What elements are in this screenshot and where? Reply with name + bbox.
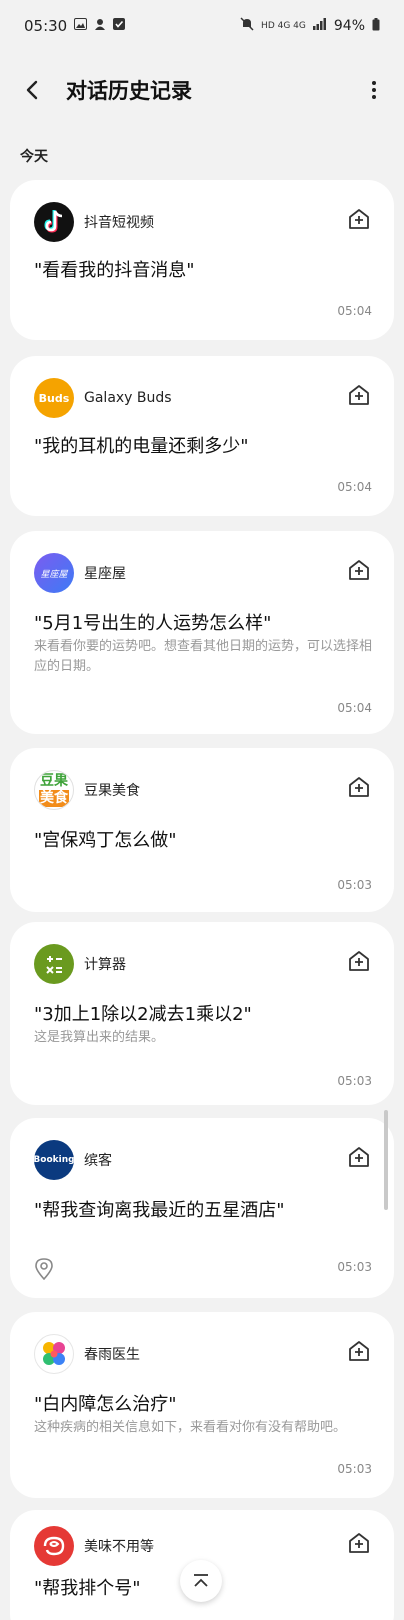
history-card[interactable]: Booking 缤客 "帮我查询离我最近的五星酒店" 05:03 — [10, 1118, 394, 1298]
timestamp: 05:04 — [337, 701, 372, 715]
history-card[interactable]: 计算器 "3加上1除以2减去1乘以2" 这是我算出来的结果。 05:03 — [10, 922, 394, 1105]
image-icon — [74, 18, 88, 34]
add-shortcut-button[interactable] — [346, 206, 372, 232]
scroll-top-icon — [194, 1574, 208, 1587]
add-home-icon — [349, 560, 369, 580]
query-text: "我的耳机的电量还剩多少" — [34, 436, 249, 457]
add-shortcut-button[interactable] — [346, 774, 372, 800]
timestamp: 05:04 — [337, 304, 372, 318]
add-home-icon — [349, 951, 369, 971]
add-shortcut-button[interactable] — [346, 1144, 372, 1170]
app-name: 豆果美食 — [84, 783, 140, 799]
query-text: "5月1号出生的人运势怎么样" — [34, 613, 272, 634]
back-arrow-icon — [26, 80, 38, 100]
history-card[interactable]: Buds Galaxy Buds "我的耳机的电量还剩多少" 05:04 — [10, 356, 394, 516]
query-text: "宫保鸡丁怎么做" — [34, 830, 177, 851]
history-card[interactable]: 豆果 美食 豆果美食 "宫保鸡丁怎么做" 05:03 — [10, 748, 394, 912]
meiwei-icon — [34, 1526, 74, 1566]
status-bar: 05:30 HD 4G 4G 94% — [0, 0, 404, 52]
add-home-icon — [349, 777, 369, 797]
add-shortcut-button[interactable] — [346, 1530, 372, 1556]
signal-icon — [312, 18, 327, 34]
add-shortcut-button[interactable] — [346, 1338, 372, 1364]
history-card[interactable]: 春雨医生 "白内障怎么治疗" 这种疾病的相关信息如下，来看看对你有没有帮助吧。 … — [10, 1312, 394, 1498]
booking-icon: Booking — [34, 1140, 74, 1180]
add-shortcut-button[interactable] — [346, 382, 372, 408]
app-name: 计算器 — [84, 957, 126, 973]
reply-text: 这是我算出来的结果。 — [34, 1030, 165, 1045]
history-card[interactable]: 抖音短视频 "看看我的抖音消息" 05:04 — [10, 180, 394, 340]
add-home-icon — [349, 385, 369, 405]
timestamp: 05:03 — [337, 1074, 372, 1088]
network-label: HD 4G 4G — [261, 21, 306, 31]
tiktok-icon — [34, 202, 74, 242]
calculator-icon — [34, 944, 74, 984]
timestamp: 05:03 — [337, 1462, 372, 1476]
add-shortcut-button[interactable] — [346, 557, 372, 583]
app-name: Galaxy Buds — [84, 390, 172, 406]
douguo-icon: 豆果 美食 — [34, 770, 74, 810]
battery-level: 94% — [333, 18, 365, 34]
timestamp: 05:04 — [337, 480, 372, 494]
timestamp: 05:03 — [337, 1260, 372, 1274]
section-label-today: 今天 — [20, 149, 48, 165]
chunyu-icon — [34, 1334, 74, 1374]
query-text: "3加上1除以2减去1乘以2" — [34, 1004, 252, 1025]
xingzuowu-icon: 星座屋 — [34, 553, 74, 593]
buds-icon: Buds — [34, 378, 74, 418]
app-name: 缤客 — [84, 1153, 112, 1169]
query-text: "看看我的抖音消息" — [34, 260, 195, 281]
scrollbar-thumb[interactable] — [384, 1110, 388, 1210]
location-pin-icon[interactable] — [34, 1258, 54, 1281]
more-options-button[interactable] — [360, 74, 388, 106]
notification-icon — [94, 18, 106, 35]
app-name: 春雨医生 — [84, 1347, 140, 1363]
history-card[interactable]: 星座屋 星座屋 "5月1号出生的人运势怎么样" 来看看你要的运势吧。想查看其他日… — [10, 531, 394, 734]
add-home-icon — [349, 1533, 369, 1553]
reply-text: 这种疾病的相关信息如下，来看看对你有没有帮助吧。 — [34, 1420, 347, 1435]
query-text: "白内障怎么治疗" — [34, 1394, 177, 1415]
app-name: 星座屋 — [84, 566, 126, 582]
check-icon — [113, 18, 126, 34]
add-home-icon — [349, 209, 369, 229]
add-shortcut-button[interactable] — [346, 948, 372, 974]
reply-text: 来看看你要的运势吧。想查看其他日期的运势，可以选择相应的日期。 — [34, 639, 373, 674]
clock: 05:30 — [24, 17, 68, 35]
timestamp: 05:03 — [337, 878, 372, 892]
add-home-icon — [349, 1147, 369, 1167]
battery-icon — [372, 17, 380, 35]
query-text: "帮我排个号" — [34, 1578, 141, 1599]
scroll-to-top-button[interactable] — [180, 1560, 222, 1602]
back-button[interactable] — [16, 74, 48, 106]
app-name: 美味不用等 — [84, 1539, 154, 1555]
app-bar: 对话历史记录 — [0, 60, 404, 120]
app-name: 抖音短视频 — [84, 215, 154, 231]
page-title: 对话历史记录 — [66, 79, 192, 103]
add-home-icon — [349, 1341, 369, 1361]
query-text: "帮我查询离我最近的五星酒店" — [34, 1200, 285, 1221]
more-vert-icon — [372, 81, 376, 99]
mute-icon — [240, 17, 254, 35]
